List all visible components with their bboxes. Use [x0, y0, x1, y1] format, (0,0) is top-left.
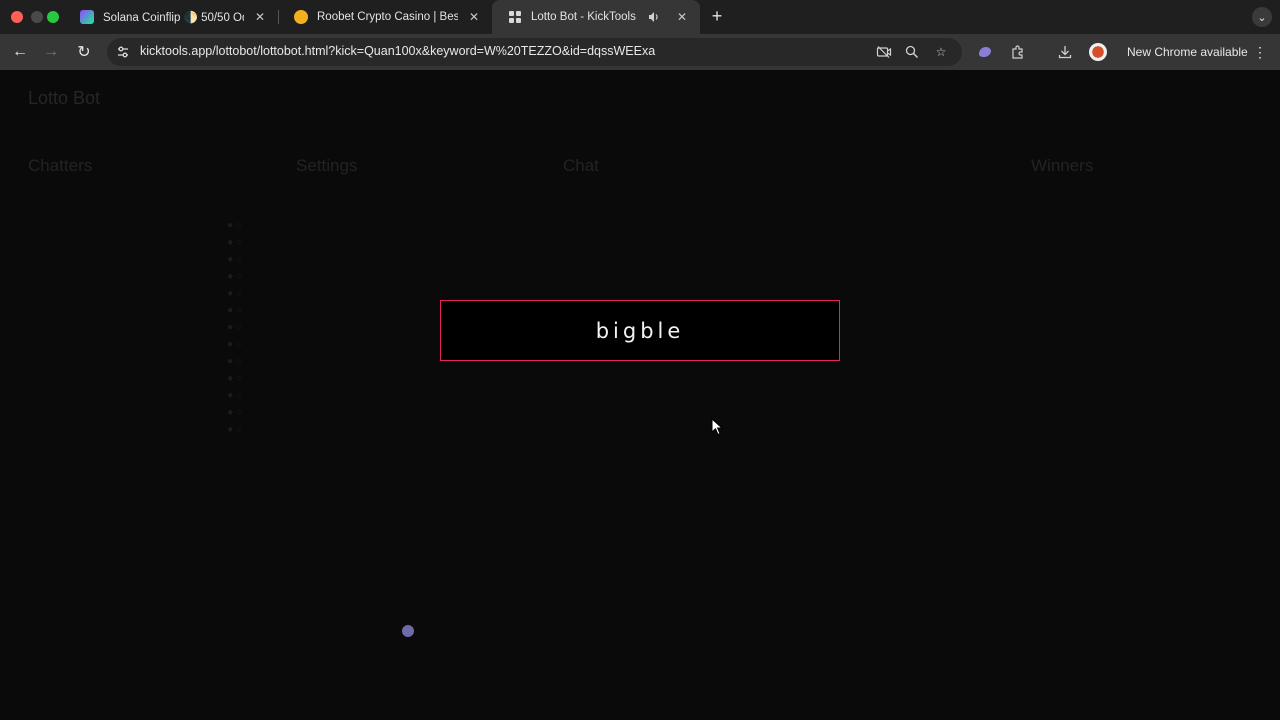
panel-heading-winners: Winners	[1031, 156, 1094, 175]
site-info-icon[interactable]	[115, 44, 131, 60]
list-item[interactable]: ● ○	[42, 322, 242, 339]
zoom-window-button[interactable]	[47, 11, 59, 23]
reload-icon[interactable]: ↻	[74, 42, 94, 62]
winner-name: bigble	[595, 318, 685, 343]
close-icon[interactable]: ✕	[252, 9, 268, 25]
close-icon[interactable]: ✕	[466, 9, 482, 25]
list-item[interactable]: ● ○	[42, 390, 242, 407]
panel-heading-chatters: Chatters	[28, 156, 93, 175]
chat-line	[575, 230, 955, 250]
tab-search-button[interactable]: ⌄	[1252, 7, 1272, 27]
forward-arrow-icon[interactable]: →	[41, 42, 61, 62]
tab-title: Solana Coinflip 🌓 50/50 Odds	[103, 12, 244, 24]
chat-line	[575, 410, 955, 430]
list-item[interactable]: ● ○	[42, 373, 242, 390]
download-icon[interactable]	[1055, 42, 1075, 62]
list-item[interactable]: ● ○	[42, 288, 242, 305]
address-bar[interactable]: kicktools.app/lottobot/lottobot.html?kic…	[107, 38, 962, 66]
chat-line	[575, 370, 955, 390]
panel-heading-settings: Settings	[296, 156, 358, 175]
list-item[interactable]: ● ○	[42, 237, 242, 254]
speaker-icon[interactable]	[646, 9, 662, 25]
tab-roobet[interactable]: Roobet Crypto Casino | Best Crypto ✕	[278, 0, 492, 34]
winner-popup: bigble	[440, 300, 840, 361]
bookmark-star-icon[interactable]: ☆	[933, 44, 949, 60]
minimize-window-button[interactable]	[31, 11, 43, 23]
panel-heading-chat: Chat	[563, 156, 599, 175]
list-item[interactable]: ● ○	[42, 305, 242, 322]
list-item[interactable]: ● ○	[42, 339, 242, 356]
list-item[interactable]: ● ○	[42, 220, 242, 237]
puzzle-icon[interactable]	[1008, 42, 1028, 62]
list-item[interactable]: ● ○	[42, 424, 242, 441]
zoom-icon[interactable]	[904, 44, 920, 60]
close-icon[interactable]: ✕	[674, 9, 690, 25]
list-item[interactable]: ● ○	[42, 254, 242, 271]
roobet-icon	[294, 10, 308, 24]
tab-strip: Solana Coinflip 🌓 50/50 Odds ✕ Roobet Cr…	[0, 0, 1280, 34]
chat-line	[575, 510, 955, 530]
page-title: Lotto Bot	[28, 88, 101, 108]
new-tab-button[interactable]: +	[708, 7, 726, 26]
grid-icon	[508, 10, 522, 24]
mouse-cursor-icon	[711, 418, 724, 436]
close-window-button[interactable]	[11, 11, 23, 23]
more-menu-icon[interactable]: ⋮	[1253, 42, 1267, 62]
tab-lotto-bot[interactable]: Lotto Bot - KickTools ✕	[492, 0, 700, 34]
chatters-list: ● ○ ● ○ ● ○ ● ○ ● ○ ● ○ ● ○ ● ○ ● ○ ● ○ …	[42, 220, 242, 441]
chat-line	[575, 530, 955, 550]
url-text[interactable]: kicktools.app/lottobot/lottobot.html?kic…	[140, 44, 655, 58]
chat-line	[575, 210, 955, 230]
chat-log	[575, 210, 955, 570]
chat-line	[575, 250, 955, 270]
list-item[interactable]: ● ○	[42, 271, 242, 288]
tab-title: Lotto Bot - KickTools	[531, 11, 636, 23]
tab-solana-coinflip[interactable]: Solana Coinflip 🌓 50/50 Odds ✕	[64, 0, 278, 34]
tab-title: Roobet Crypto Casino | Best Crypto	[317, 11, 458, 23]
chat-line	[575, 390, 955, 410]
chat-line	[575, 550, 955, 570]
app-icon	[402, 625, 414, 637]
chat-line	[575, 450, 955, 470]
chat-line	[575, 270, 955, 290]
chrome-update-button[interactable]: New Chrome available	[1117, 39, 1258, 65]
chat-line	[575, 470, 955, 490]
back-arrow-icon[interactable]: ←	[10, 42, 30, 62]
extension-icon[interactable]	[975, 42, 995, 62]
browser-toolbar: ← → ↻ kicktools.app/lottobot/lottobot.ht…	[0, 34, 1280, 70]
camera-blocked-icon[interactable]	[876, 44, 892, 60]
page-content: Lotto Bot Chatters Settings Chat Winners…	[0, 70, 1280, 720]
solana-icon	[80, 10, 94, 24]
list-item[interactable]: ● ○	[42, 407, 242, 424]
list-item[interactable]: ● ○	[42, 356, 242, 373]
profile-avatar[interactable]	[1089, 43, 1107, 61]
chat-line	[575, 430, 955, 450]
chat-line	[575, 490, 955, 510]
